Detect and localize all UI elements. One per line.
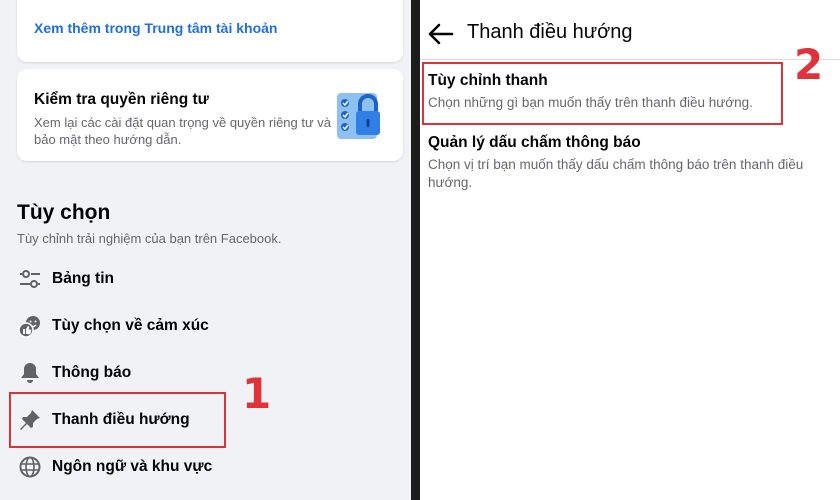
accounts-center-link[interactable]: Xem thêm trong Trung tâm tài khoản: [34, 20, 277, 36]
highlight-box: [422, 62, 783, 125]
menu-item-label: Thông báo: [52, 364, 132, 381]
option-title: Quản lý dấu chấm thông báo: [428, 134, 641, 151]
highlight-box: [9, 392, 226, 448]
privacy-checkup-description: Xem lại các cài đặt quan trọng về quyền …: [34, 115, 332, 147]
bell-icon: [16, 359, 44, 387]
option-description: Chọn vị trí bạn muốn thấy dấu chấm thông…: [428, 157, 804, 190]
globe-icon: [16, 453, 44, 481]
menu-item-label: Bảng tin: [52, 270, 114, 287]
navigation-bar-panel: Thanh điều hướng Tùy chỉnh thanh Chọn nh…: [420, 0, 840, 500]
privacy-checklist-lock-icon: [337, 93, 380, 139]
step-number: 1: [242, 369, 272, 418]
settings-panel: Xem thêm trong Trung tâm tài khoản Kiểm …: [0, 0, 411, 500]
menu-item-language-region[interactable]: Ngôn ngữ và khu vực: [12, 447, 402, 487]
page-header: Thanh điều hướng: [420, 0, 840, 60]
back-arrow-icon[interactable]: [426, 20, 456, 48]
step-number: 2: [794, 40, 824, 89]
sliders-icon: [16, 265, 44, 293]
reactions-icon: [16, 312, 44, 340]
preferences-heading: Tùy chọn: [17, 201, 111, 224]
privacy-checkup-card[interactable]: Kiểm tra quyền riêng tư Xem lại các cài …: [17, 69, 403, 161]
privacy-checkup-title: Kiểm tra quyền riêng tư: [34, 91, 209, 108]
menu-item-news-feed[interactable]: Bảng tin: [12, 259, 402, 299]
panel-divider: [411, 0, 420, 500]
menu-item-reaction-preferences[interactable]: Tùy chọn về cảm xúc: [12, 306, 402, 346]
menu-item-label: Tùy chọn về cảm xúc: [52, 317, 209, 334]
preferences-subtitle: Tùy chỉnh trải nghiệm của bạn trên Faceb…: [17, 231, 282, 246]
page-title: Thanh điều hướng: [467, 21, 633, 43]
menu-item-notifications[interactable]: Thông báo: [12, 353, 402, 393]
accounts-center-card: Xem thêm trong Trung tâm tài khoản: [17, 0, 403, 62]
menu-item-label: Ngôn ngữ và khu vực: [52, 458, 213, 475]
